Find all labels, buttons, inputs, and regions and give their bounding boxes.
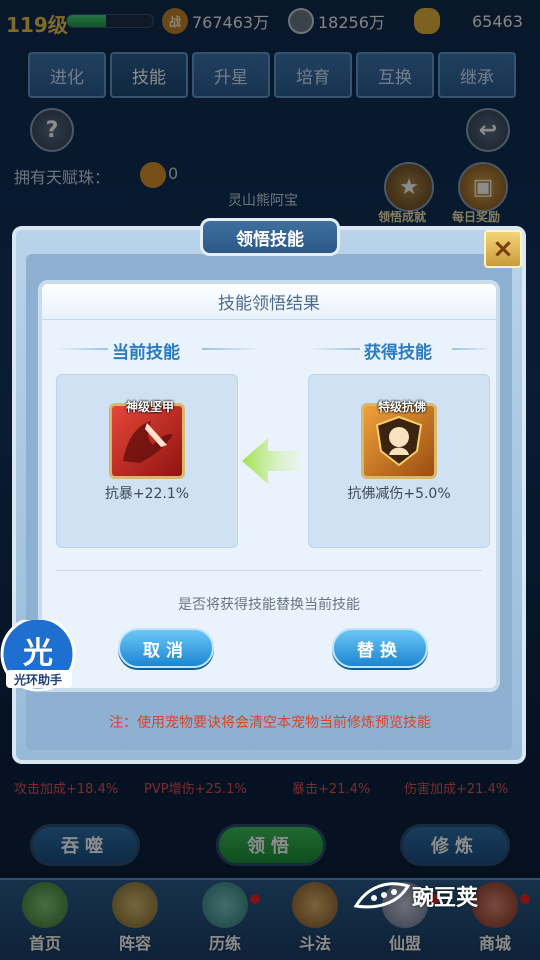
current-skill-card: 神级坚甲 抗暴+22.1% xyxy=(56,374,238,548)
decor-line xyxy=(202,348,262,350)
close-button[interactable]: × xyxy=(484,230,522,268)
gained-skill-card: 特级抗佛 抗佛减伤+5.0% xyxy=(308,374,490,548)
current-skill-icon[interactable]: 神级坚甲 xyxy=(109,400,185,479)
shield-icon xyxy=(375,415,423,467)
watermark-badge: 光 光环助手 xyxy=(0,616,78,692)
gained-skill-tag: 特级抗佛 xyxy=(377,400,426,414)
dialog-note: 注：使用宠物要诀将会清空本宠物当前修炼预览技能 xyxy=(109,715,431,731)
current-skill-desc: 抗暴+22.1% xyxy=(104,486,190,502)
pea-pod-icon xyxy=(353,882,411,909)
dialog-title: 领悟技能 xyxy=(200,218,340,256)
close-icon: × xyxy=(492,234,514,264)
current-skill-label: 当前技能 xyxy=(112,343,180,363)
brand-text: 豌豆荚 xyxy=(412,886,479,911)
replace-arrow-icon xyxy=(240,434,302,492)
badge-label: 光环助手 xyxy=(13,673,62,687)
replace-button[interactable]: 替换 xyxy=(332,628,428,668)
cancel-button[interactable]: 取消 xyxy=(118,628,214,668)
gained-skill-label: 获得技能 xyxy=(364,343,432,363)
gained-skill-desc: 抗佛减伤+5.0% xyxy=(347,486,451,502)
divider xyxy=(56,570,482,571)
decor-line xyxy=(452,348,492,350)
gained-skill-icon[interactable]: 特级抗佛 xyxy=(361,400,437,479)
replace-question: 是否将获得技能替换当前技能 xyxy=(178,597,360,613)
badge-char: 光 xyxy=(23,636,53,671)
decor-line xyxy=(308,348,360,350)
current-skill-tag: 神级坚甲 xyxy=(125,400,174,414)
brand-watermark: 豌豆荚 xyxy=(352,876,512,916)
skill-result-dialog: 技能领悟结果 当前技能 获得技能 神级坚甲 抗暴+22.1% 特级抗佛 抗佛减伤… xyxy=(38,280,500,692)
result-title: 技能领悟结果 xyxy=(42,284,496,320)
decor-line xyxy=(56,348,108,350)
armor-claw-icon xyxy=(123,421,173,463)
